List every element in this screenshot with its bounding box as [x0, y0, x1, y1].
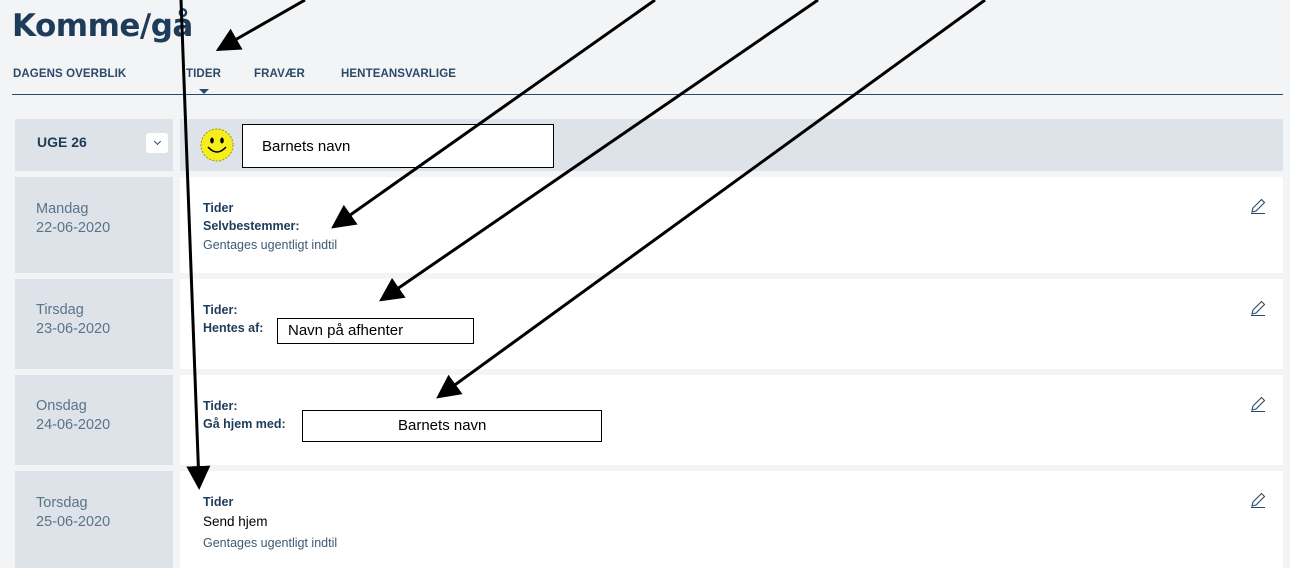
times-label: Tider:	[203, 303, 238, 317]
child-name-box: Barnets navn	[242, 124, 554, 168]
tab-tider[interactable]: TIDER	[186, 68, 221, 80]
day-details-thursday: Tider Send hjem Gentages ugentligt indti…	[180, 471, 1283, 568]
day-cell-monday: Mandag 22-06-2020	[15, 177, 173, 273]
page-title: Komme/gå	[12, 8, 193, 44]
day-date: 23-06-2020	[36, 321, 111, 337]
app-window: Komme/gå DAGENS OVERBLIK TIDER FRAVÆR HE…	[0, 0, 1290, 568]
day-cell-wednesday: Onsdag 24-06-2020	[15, 375, 173, 465]
annotation-arrow	[215, 0, 306, 51]
day-date: 25-06-2020	[36, 514, 111, 530]
times-label: Tider:	[203, 399, 238, 413]
selvbestemmer-label: Selvbestemmer:	[203, 219, 300, 233]
times-label: Tider	[203, 201, 234, 215]
hentes-af-label: Hentes af:	[203, 321, 264, 335]
send-hjem-text: Send hjem	[203, 514, 268, 529]
week-dropdown-button[interactable]	[146, 133, 168, 153]
day-details-monday: Tider Selvbestemmer: Gentages ugentligt …	[180, 177, 1283, 273]
day-name: Onsdag	[36, 398, 87, 414]
week-label: UGE 26	[37, 134, 87, 150]
walk-with-name-text: Barnets navn	[398, 417, 487, 434]
day-name: Torsdag	[36, 495, 88, 511]
week-selector: UGE 26	[15, 119, 173, 171]
day-name: Tirsdag	[36, 302, 84, 318]
day-cell-tuesday: Tirsdag 23-06-2020	[15, 279, 173, 369]
pencil-icon[interactable]	[1249, 395, 1267, 413]
ga-hjem-med-label: Gå hjem med:	[203, 417, 286, 431]
times-label: Tider	[203, 495, 234, 509]
repeat-text: Gentages ugentligt indtil	[203, 536, 338, 550]
day-date: 24-06-2020	[36, 417, 111, 433]
pickup-name-text: Navn på afhenter	[288, 322, 404, 339]
day-name: Mandag	[36, 201, 89, 217]
smiley-icon	[200, 128, 234, 162]
repeat-text: Gentages ugentligt indtil	[203, 238, 338, 252]
pickup-name-box: Navn på afhenter	[277, 318, 474, 344]
child-name-text: Barnets navn	[262, 138, 351, 155]
pencil-icon[interactable]	[1249, 299, 1267, 317]
tab-bar: DAGENS OVERBLIK TIDER FRAVÆR HENTEANSVAR…	[12, 62, 1283, 95]
walk-with-name-box: Barnets navn	[302, 410, 602, 442]
pencil-icon[interactable]	[1249, 491, 1267, 509]
tab-fravaer[interactable]: FRAVÆR	[254, 68, 305, 80]
pencil-icon[interactable]	[1249, 197, 1267, 215]
day-cell-thursday: Torsdag 25-06-2020	[15, 471, 173, 568]
active-tab-indicator	[199, 89, 209, 94]
day-date: 22-06-2020	[36, 220, 111, 236]
tab-dagens-overblik[interactable]: DAGENS OVERBLIK	[13, 68, 126, 80]
tab-henteansvarlige[interactable]: HENTEANSVARLIGE	[341, 68, 456, 80]
chevron-down-icon	[153, 137, 161, 146]
